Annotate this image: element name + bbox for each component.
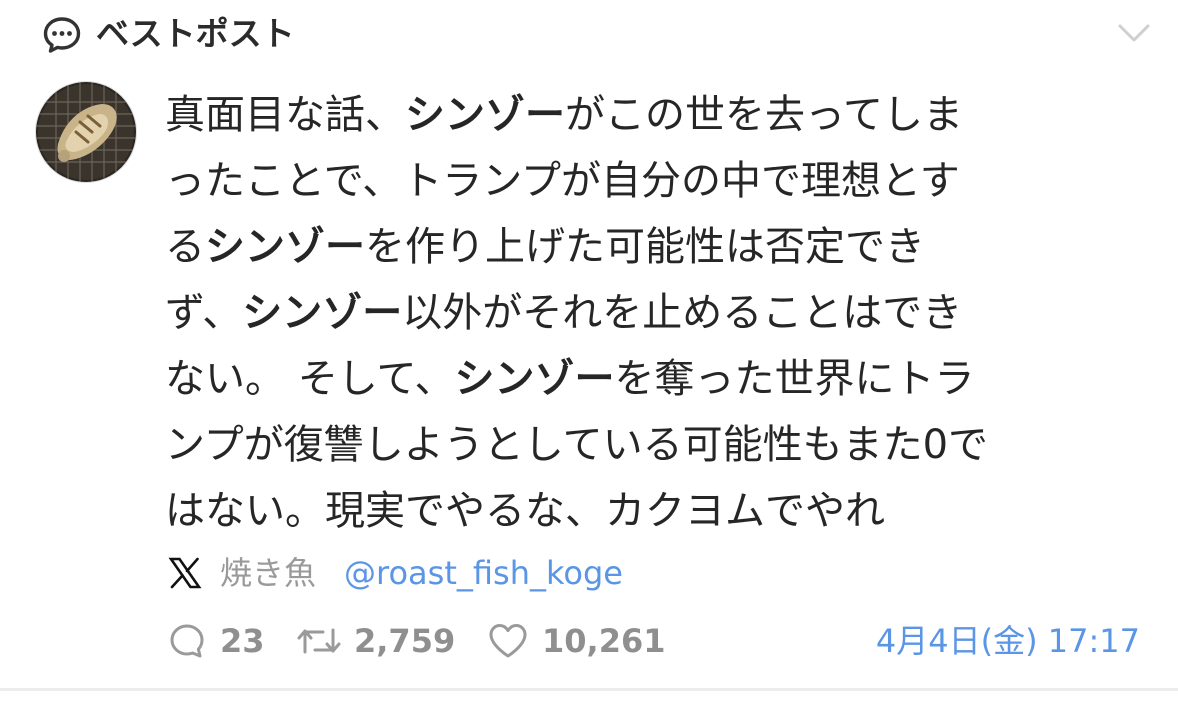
reply-count: 23 [220, 622, 265, 660]
avatar-image [36, 82, 136, 182]
post-text-line: ンプが復讐しようとしている可能性もまた0で [165, 412, 1125, 478]
post-text-segment: ンプが復讐しようとしている可能性もまた0で [165, 422, 989, 468]
post-text-segment: はない。現実でやるな、カクヨムでやれ [165, 488, 885, 534]
author-name[interactable]: 焼き魚 [220, 550, 316, 596]
repost-icon [297, 628, 341, 654]
engagement-stats: 23 2,759 10,261 4月4日(金) 17:17 [166, 616, 1146, 666]
like-count: 10,261 [542, 622, 666, 660]
post-text-line: はない。現実でやるな、カクヨムでやれ [165, 478, 1125, 544]
section-header: ベストポスト [40, 6, 1160, 54]
reply-button[interactable]: 23 [166, 616, 266, 666]
author-handle[interactable]: @roast_fish_koge [344, 550, 623, 596]
reply-icon [170, 624, 204, 658]
post-text-segment: ず、 [165, 290, 243, 336]
post-text-segment: を奪った世界にトラ [614, 356, 975, 402]
heart-icon [489, 624, 527, 658]
post-text-segment: 真面目な話、 [165, 92, 405, 138]
post-timestamp[interactable]: 4月4日(金) 17:17 [876, 618, 1140, 664]
post-text-bold: シンゾー [454, 356, 615, 402]
post-text-segment: る [165, 224, 205, 270]
post-text-bold: シンゾー [242, 290, 403, 336]
post-text-segment: 以外がそれを止めることはでき [402, 290, 963, 336]
speech-bubble-icon [43, 17, 81, 53]
post-text-line: るシンゾーを作り上げた可能性は否定でき [165, 214, 1125, 280]
post-text-segment: ない。 そして、 [165, 356, 455, 402]
post-text-line: ったことで、トランプが自分の中で理想とす [165, 148, 1125, 214]
post-text-bold: シンゾー [405, 92, 565, 138]
divider [0, 688, 1178, 691]
section-title: ベストポスト [96, 14, 295, 53]
post-text: 真面目な話、シンゾーがこの世を去ってしま ったことで、トランプが自分の中で理想とす… [165, 82, 1125, 544]
post-text-line: ず、シンゾー以外がそれを止めることはでき [165, 280, 1125, 346]
author-avatar[interactable] [36, 82, 136, 182]
repost-count: 2,759 [354, 622, 456, 660]
post-text-segment: を作り上げた可能性は否定でき [365, 224, 925, 270]
post-text-segment: ったことで、トランプが自分の中で理想とす [165, 158, 960, 204]
like-button[interactable]: 10,261 [486, 616, 666, 666]
post-text-line: ない。 そして、シンゾーを奪った世界にトラ [165, 346, 1125, 412]
repost-button[interactable]: 2,759 [294, 616, 456, 666]
x-logo-icon[interactable] [168, 556, 202, 590]
post-text-segment: がこの世を去ってしま [565, 92, 963, 138]
chevron-down-icon[interactable] [1114, 12, 1154, 52]
post-text-bold: シンゾー [205, 224, 365, 270]
post-text-line: 真面目な話、シンゾーがこの世を去ってしま [165, 82, 1125, 148]
